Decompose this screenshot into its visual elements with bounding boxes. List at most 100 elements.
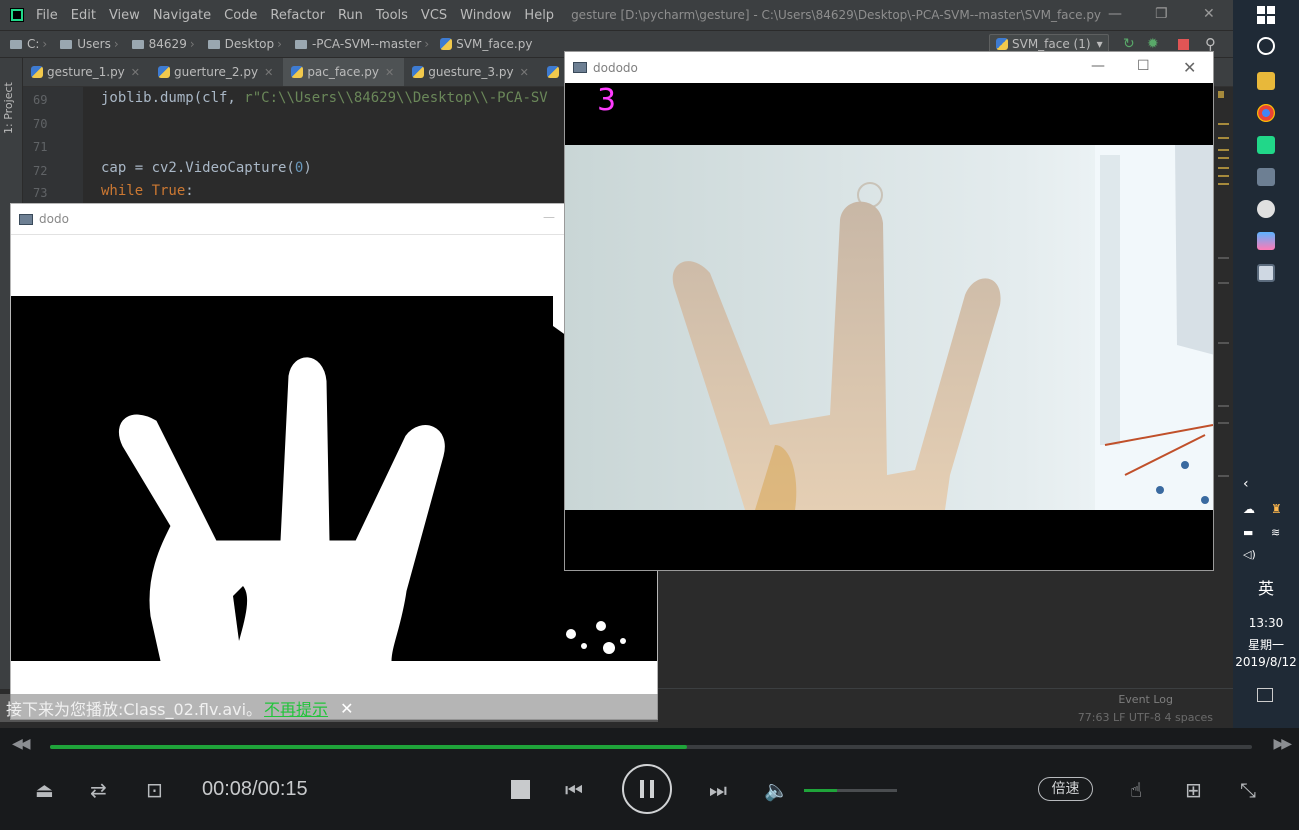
tab-pac-face[interactable]: pac_face.py ✕ <box>283 58 405 86</box>
volume-icon[interactable]: 🔈 <box>764 778 789 802</box>
battery-icon[interactable]: ▬ <box>1243 526 1253 539</box>
chevron-left-icon[interactable]: ‹ <box>1243 476 1249 492</box>
camera-window-titlebar[interactable]: dododo — ☐ ✕ <box>565 52 1213 83</box>
menu-code[interactable]: Code <box>224 8 257 23</box>
rerun-icon[interactable]: ↻ <box>1123 36 1139 52</box>
dont-remind-link[interactable]: 不再提示 <box>264 696 328 720</box>
camera-window[interactable]: dododo — ☐ ✕ 3 <box>564 51 1214 571</box>
breadcrumb-user[interactable]: 84629 <box>149 37 187 51</box>
eject-icon[interactable]: ⏏ <box>35 778 54 802</box>
breadcrumb-desktop[interactable]: Desktop <box>225 37 275 51</box>
wifi-icon[interactable]: ≋ <box>1271 526 1280 539</box>
close-icon[interactable]: ✕ <box>520 66 529 79</box>
menu-view[interactable]: View <box>109 8 140 23</box>
breadcrumb-drive[interactable]: C: <box>27 37 39 51</box>
menu-window[interactable]: Window <box>460 8 511 23</box>
previous-icon[interactable]: ⏮ <box>565 778 583 802</box>
player-app-icon[interactable] <box>1257 264 1275 282</box>
maximize-icon[interactable]: ☐ <box>1137 58 1150 74</box>
chrome-icon[interactable] <box>1257 104 1275 122</box>
menu-tools[interactable]: Tools <box>376 8 408 23</box>
clock-date: 2019/8/12 <box>1235 655 1297 669</box>
screen-capture-icon[interactable]: ⊡ <box>146 778 163 802</box>
close-icon[interactable]: ✕ <box>385 66 394 79</box>
ide-minimize-button[interactable]: — <box>1108 6 1122 22</box>
rewind-icon[interactable]: ◀◀ <box>12 736 30 752</box>
menu-refactor[interactable]: Refactor <box>270 8 325 23</box>
tab-guesture-3[interactable]: guesture_3.py ✕ <box>404 58 539 86</box>
mask-window-title: dodo <box>39 212 69 226</box>
close-icon[interactable]: ✕ <box>1183 58 1196 77</box>
fullscreen-icon[interactable]: ⤡ <box>1240 778 1256 802</box>
tab-gesture-1[interactable]: gesture_1.py ✕ <box>23 58 150 86</box>
python-file-icon <box>291 66 304 78</box>
debug-icon[interactable]: ✹ <box>1147 36 1163 52</box>
line-number: 72 <box>33 164 48 178</box>
menu-file[interactable]: File <box>36 8 58 23</box>
volume-fill <box>804 789 838 792</box>
close-icon[interactable]: ✕ <box>340 699 353 718</box>
error-stripe[interactable] <box>1212 87 1233 687</box>
progress-fill <box>50 745 688 749</box>
python-file-icon <box>31 66 43 78</box>
ime-indicator[interactable]: 英 <box>1233 575 1299 599</box>
folder-icon <box>60 39 73 49</box>
mask-window-titlebar[interactable]: dodo — <box>11 204 657 235</box>
file-explorer-icon[interactable] <box>1257 72 1275 90</box>
menu-navigate[interactable]: Navigate <box>153 8 211 23</box>
stop-button[interactable] <box>511 780 530 799</box>
tab-guerture-2[interactable]: guerture_2.py ✕ <box>150 58 283 86</box>
menu-bar: File Edit View Navigate Code Refactor Ru… <box>0 0 1233 30</box>
close-icon[interactable]: ✕ <box>264 66 273 79</box>
app-tray-icon[interactable]: ♜ <box>1271 502 1282 516</box>
fast-forward-icon[interactable]: ▶▶ <box>1273 736 1291 752</box>
app-window-icon[interactable] <box>1257 168 1275 186</box>
event-log-button[interactable]: Event Log <box>1118 693 1173 706</box>
minimize-icon[interactable]: — <box>543 210 555 224</box>
close-icon[interactable]: ✕ <box>131 66 140 79</box>
breadcrumb-file[interactable]: SVM_face.py <box>456 37 532 51</box>
project-tool-button[interactable]: 1: Project <box>2 64 20 134</box>
mask-window[interactable]: dodo — <box>10 203 658 720</box>
touch-icon[interactable]: ☝ <box>1130 778 1142 802</box>
menu-help[interactable]: Help <box>524 8 554 23</box>
volume-icon[interactable]: ◁) <box>1243 548 1256 561</box>
breadcrumb-users[interactable]: Users <box>77 37 111 51</box>
ide-close-button[interactable]: ✕ <box>1203 6 1215 22</box>
ide-restore-button[interactable]: ❐ <box>1155 6 1168 22</box>
tab-label: guerture_2.py <box>174 65 259 79</box>
menu-edit[interactable]: Edit <box>71 8 96 23</box>
minimize-icon[interactable]: — <box>1091 58 1105 74</box>
media-app-icon[interactable] <box>1257 232 1275 250</box>
toolbox-icon[interactable]: ⊞ <box>1185 778 1202 802</box>
line-number: 70 <box>33 117 48 131</box>
menu-run[interactable]: Run <box>338 8 363 23</box>
pause-button[interactable] <box>622 764 672 814</box>
app-icon[interactable] <box>1257 200 1275 218</box>
tab-label: gesture_1.py <box>47 65 125 79</box>
cloud-icon[interactable]: ☁ <box>1243 502 1255 516</box>
code-line[interactable]: cap = cv2.VideoCapture(0) <box>101 160 312 176</box>
pycharm-taskbar-icon[interactable] <box>1257 136 1275 154</box>
volume-slider[interactable] <box>804 789 897 792</box>
python-file-icon <box>996 38 1008 50</box>
progress-slider[interactable] <box>50 745 1252 749</box>
code-line[interactable]: joblib.dump(clf, r"C:\\Users\\84629\\Des… <box>101 90 548 106</box>
binary-hand-mask <box>11 296 657 662</box>
next-icon[interactable]: ⏭ <box>709 778 727 802</box>
menu-vcs[interactable]: VCS <box>421 8 447 23</box>
hand-silhouette <box>118 296 626 662</box>
windows-start-icon[interactable] <box>1257 6 1275 24</box>
stop-run-icon[interactable] <box>1178 39 1189 50</box>
breadcrumb-project[interactable]: -PCA-SVM--master <box>312 37 421 51</box>
cursor-position[interactable]: 77:63 LF UTF-8 4 spaces <box>1078 711 1213 724</box>
clock-time[interactable]: 13:30 <box>1233 616 1299 630</box>
chevron-down-icon: ▾ <box>1096 37 1103 51</box>
next-video-text: 接下来为您播放:Class_02.flv.avi。 <box>6 700 263 719</box>
code-line[interactable]: while True: <box>101 183 194 199</box>
speed-button[interactable]: 倍速 <box>1038 777 1093 801</box>
folder-icon <box>10 39 22 49</box>
notification-icon[interactable] <box>1257 688 1273 702</box>
cortana-icon[interactable] <box>1257 37 1275 55</box>
repeat-icon[interactable]: ⇄ <box>90 778 107 802</box>
